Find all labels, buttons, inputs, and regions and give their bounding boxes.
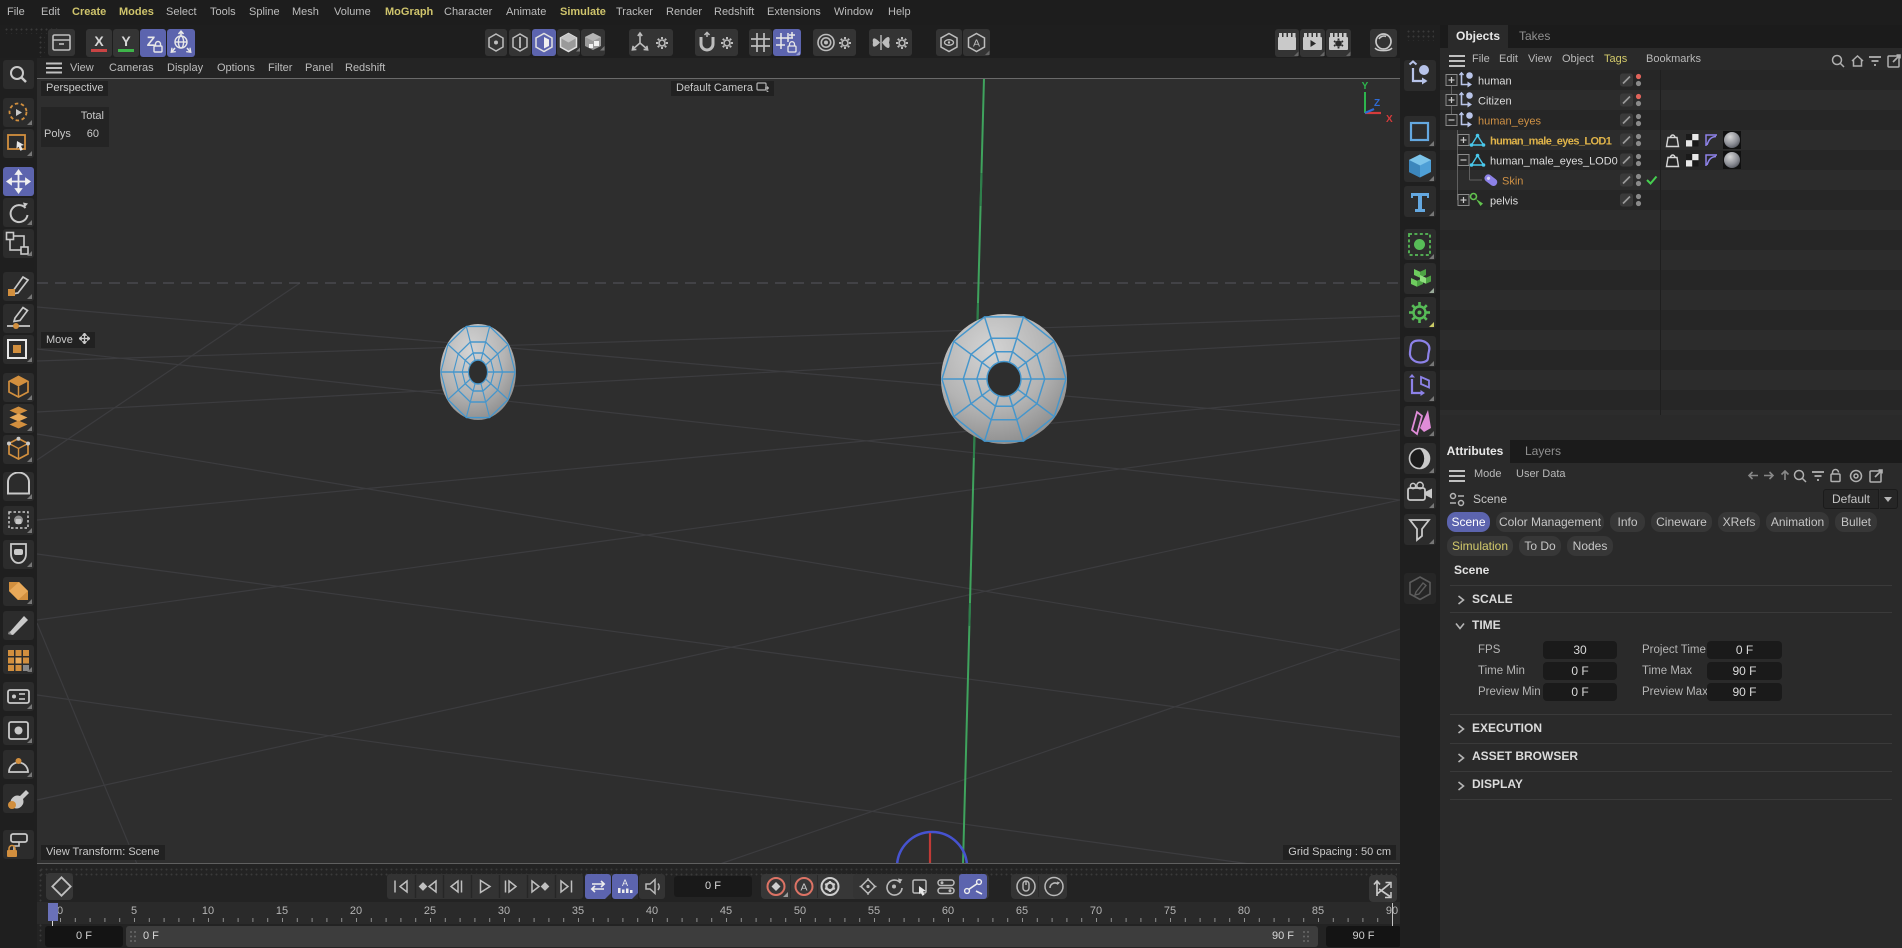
svg-text:Citizen: Citizen xyxy=(1478,96,1512,108)
svg-text:65: 65 xyxy=(1016,905,1028,917)
svg-text:A: A xyxy=(973,38,980,50)
svg-text:Y: Y xyxy=(121,33,131,49)
svg-text:55: 55 xyxy=(868,905,880,917)
svg-text:human: human xyxy=(1478,76,1512,88)
svg-text:human_male_eyes_LOD0: human_male_eyes_LOD0 xyxy=(1490,156,1618,168)
svg-text:human_male_eyes_LOD1: human_male_eyes_LOD1 xyxy=(1490,136,1612,148)
svg-text:45: 45 xyxy=(720,905,732,917)
svg-text:20: 20 xyxy=(350,905,362,917)
svg-text:80: 80 xyxy=(1238,905,1250,917)
svg-text:A: A xyxy=(800,882,807,894)
svg-text:40: 40 xyxy=(646,905,658,917)
svg-text:pelvis: pelvis xyxy=(1490,196,1519,208)
svg-text:Z: Z xyxy=(1374,98,1380,109)
svg-text:85: 85 xyxy=(1312,905,1324,917)
svg-text:Y: Y xyxy=(1362,81,1369,92)
svg-text:X: X xyxy=(94,33,104,49)
svg-text:75: 75 xyxy=(1164,905,1176,917)
svg-text:25: 25 xyxy=(424,905,436,917)
svg-text:50: 50 xyxy=(794,905,806,917)
svg-text:10: 10 xyxy=(202,905,214,917)
svg-text:60: 60 xyxy=(942,905,954,917)
svg-text:human_eyes: human_eyes xyxy=(1478,116,1541,128)
svg-text:Skin: Skin xyxy=(1502,176,1523,188)
svg-text:X: X xyxy=(1386,114,1393,125)
svg-text:A: A xyxy=(622,878,628,888)
svg-text:70: 70 xyxy=(1090,905,1102,917)
svg-text:5: 5 xyxy=(131,905,137,917)
svg-text:35: 35 xyxy=(572,905,584,917)
svg-text:30: 30 xyxy=(498,905,510,917)
svg-text:15: 15 xyxy=(276,905,288,917)
